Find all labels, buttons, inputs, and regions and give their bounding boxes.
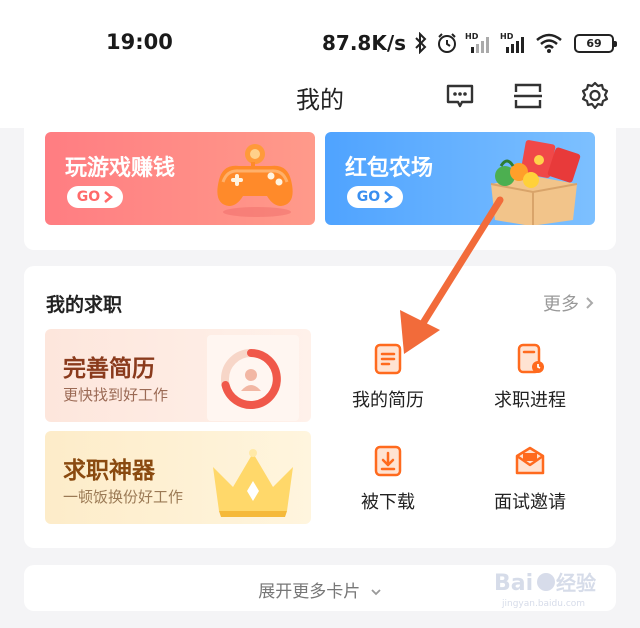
svg-text:Bai: Bai: [494, 571, 533, 596]
job-progress-item[interactable]: 求职进程: [470, 342, 590, 412]
baidu-watermark: Bai 经验 jingyan.baidu.com: [494, 560, 614, 610]
promo-title: 红包农场: [345, 156, 434, 181]
app-header: 我的: [0, 62, 640, 128]
chevron-right-icon: [586, 297, 594, 309]
grid-label: 面试邀请: [494, 492, 566, 513]
settings-icon[interactable]: [579, 80, 611, 112]
status-indicators: 87.8K/s HD HD 69: [322, 28, 618, 58]
svg-text:HD: HD: [500, 32, 514, 41]
my-job-card: 我的求职 更多 完善简历 更快找到好工作 求职神器 一顿饭换份好工作 我的简历 …: [24, 266, 616, 548]
svg-text:HD: HD: [465, 32, 479, 41]
feature-subtitle: 一顿饭换份好工作: [63, 488, 184, 506]
grid-label: 求职进程: [494, 390, 566, 411]
go-button[interactable]: GO: [347, 186, 403, 208]
interview-invite-item[interactable]: 面试邀请: [470, 444, 590, 514]
network-speed: 87.8K/s: [322, 31, 407, 55]
go-button[interactable]: GO: [67, 186, 123, 208]
resume-progress-icon: [199, 335, 303, 422]
signal-hd-icon: HD: [500, 31, 528, 55]
baidu-logo: Bai 经验 jingyan.baidu.com: [494, 571, 596, 609]
go-label: GO: [76, 189, 101, 205]
crown-icon: [203, 437, 303, 524]
scan-icon[interactable]: [512, 80, 544, 112]
chevron-down-icon: [371, 589, 381, 596]
download-doc-icon: [374, 445, 402, 477]
signal-hd-icon: HD: [465, 31, 493, 55]
alarm-icon: [436, 32, 458, 54]
battery-icon: 69: [574, 33, 618, 53]
expand-label: 展开更多卡片: [258, 582, 361, 602]
downloaded-item[interactable]: 被下载: [328, 444, 448, 514]
promo-card: 玩游戏赚钱 GO 红包农场 GO: [24, 128, 616, 250]
feature-title: 求职神器: [63, 458, 155, 484]
customer-service-icon[interactable]: [444, 80, 476, 112]
feature-subtitle: 更快找到好工作: [63, 386, 169, 404]
play-game-earn-banner[interactable]: 玩游戏赚钱 GO: [45, 132, 315, 225]
complete-resume-banner[interactable]: 完善简历 更快找到好工作: [45, 329, 311, 422]
resume-doc-icon: [374, 343, 402, 375]
page-title: 我的: [296, 86, 344, 114]
feature-title: 完善简历: [63, 356, 155, 382]
wifi-icon: [535, 32, 563, 54]
more-label: 更多: [543, 294, 579, 315]
grid-label: 被下载: [361, 492, 415, 513]
svg-text:经验: 经验: [556, 571, 596, 595]
progress-doc-icon: [517, 343, 544, 374]
bluetooth-icon: [413, 32, 429, 54]
go-label: GO: [356, 189, 381, 205]
red-packet-farm-banner[interactable]: 红包农场 GO: [325, 132, 595, 225]
job-hunting-tool-banner[interactable]: 求职神器 一顿饭换份好工作: [45, 431, 311, 524]
grid-label: 我的简历: [352, 390, 424, 411]
gamepad-icon: [205, 140, 305, 224]
more-link[interactable]: 更多: [543, 290, 594, 316]
fruit-box-icon: [473, 140, 585, 225]
promo-title: 玩游戏赚钱: [65, 156, 176, 181]
section-title: 我的求职: [46, 294, 123, 316]
envelope-icon: [515, 446, 545, 475]
my-resume-item[interactable]: 我的简历: [328, 342, 448, 412]
svg-text:jingyan.baidu.com: jingyan.baidu.com: [501, 599, 585, 609]
status-time: 19:00: [106, 30, 173, 54]
